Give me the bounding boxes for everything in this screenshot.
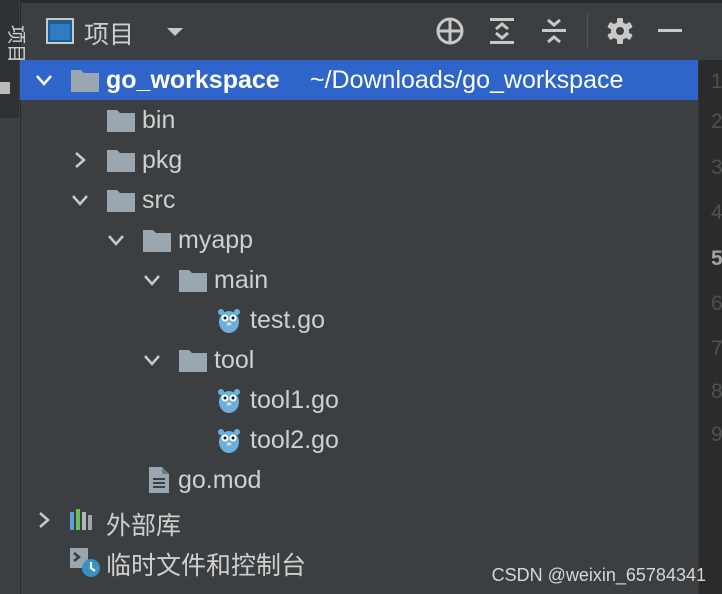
tree-row-external-libraries[interactable]: 外部库 (20, 500, 698, 540)
project-panel-header: 项目 (20, 5, 698, 61)
line-number: 7 (711, 337, 722, 360)
tree-row-bin[interactable]: bin (20, 100, 698, 140)
gear-icon (607, 18, 633, 44)
text-file-icon (149, 467, 169, 493)
tree-row-pkg[interactable]: pkg (20, 140, 698, 180)
project-stripe-button[interactable]: 项目 (0, 0, 26, 118)
hide-button[interactable] (654, 15, 686, 47)
tool-window-stripe: 项目 (0, 0, 26, 594)
line-number: 9 (711, 423, 722, 446)
project-view-icon[interactable] (46, 18, 74, 44)
tree-item-label: tool2.go (250, 426, 339, 454)
line-number-current: 5 (711, 247, 722, 270)
tree-item-label: tool (214, 346, 255, 374)
tree-item-label: go_workspace (106, 66, 280, 94)
tree-item-label: test.go (250, 306, 326, 334)
tree-item-label: bin (142, 106, 176, 134)
tree-item-label: pkg (142, 146, 183, 174)
folder-icon (179, 270, 207, 292)
tree-item-label: tool1.go (250, 386, 339, 414)
collapse-all-icon (542, 18, 566, 44)
toolbar-separator (587, 13, 588, 49)
folder-icon (107, 190, 135, 212)
chevron-down-icon[interactable] (142, 350, 162, 370)
tree-row-main[interactable]: main (20, 260, 698, 300)
watermark: CSDN @weixin_65784341 (491, 565, 706, 585)
folder-icon (107, 150, 135, 172)
chevron-down-icon[interactable] (165, 26, 185, 38)
tree-row-test-go[interactable]: test.go (20, 300, 698, 340)
chevron-down-icon[interactable] (142, 270, 162, 290)
line-number: 4 (711, 201, 722, 224)
tree-item-label: 外部库 (106, 512, 182, 540)
tree-row-go-mod[interactable]: go.mod (20, 460, 698, 500)
tree-row-root[interactable]: go_workspace ~/Downloads/go_workspace (20, 60, 698, 100)
expand-all-icon (490, 18, 514, 44)
tree-row-src[interactable]: src (20, 180, 698, 220)
chevron-down-icon[interactable] (34, 70, 54, 90)
line-number: 8 (711, 380, 722, 403)
tree-item-label: main (214, 266, 269, 294)
tree-row-tool2-go[interactable]: tool2.go (20, 420, 698, 460)
top-border (20, 0, 722, 3)
tree-row-tool1-go[interactable]: tool1.go (20, 380, 698, 420)
locate-button[interactable] (434, 15, 466, 47)
tree-item-path: ~/Downloads/go_workspace (310, 66, 624, 94)
collapse-all-button[interactable] (538, 15, 570, 47)
line-number: 6 (711, 292, 722, 315)
go-file-icon (218, 309, 240, 333)
line-number: 2 (711, 110, 722, 133)
chevron-down-icon[interactable] (70, 190, 90, 210)
go-file-icon (218, 389, 240, 413)
scratches-icon (70, 548, 100, 577)
tree-row-myapp[interactable]: myapp (20, 220, 698, 260)
folder-icon (107, 110, 135, 132)
line-number: 1 (711, 70, 722, 93)
library-icon (70, 509, 92, 530)
tree-item-label: go.mod (178, 466, 262, 494)
editor-gutter: 1 2 3 4 5 6 7 8 9 (698, 60, 722, 594)
chevron-right-icon[interactable] (34, 510, 54, 530)
tree-item-label: 临时文件和控制台 (106, 552, 307, 580)
line-number: 3 (711, 156, 722, 179)
chevron-right-icon[interactable] (70, 150, 90, 170)
expand-all-button[interactable] (486, 15, 518, 47)
panel-title[interactable]: 项目 (84, 15, 134, 51)
tree-item-label: myapp (178, 226, 254, 254)
settings-button[interactable] (604, 15, 636, 47)
folder-icon (143, 230, 171, 252)
folder-icon (71, 70, 99, 92)
tree-row-tool[interactable]: tool (20, 340, 698, 380)
locate-icon (436, 17, 464, 45)
hide-icon (658, 29, 682, 32)
go-file-icon (218, 429, 240, 453)
stripe-square-icon[interactable] (0, 82, 10, 94)
tree-item-label: src (142, 186, 176, 214)
folder-icon (179, 350, 207, 372)
chevron-down-icon[interactable] (106, 230, 126, 250)
